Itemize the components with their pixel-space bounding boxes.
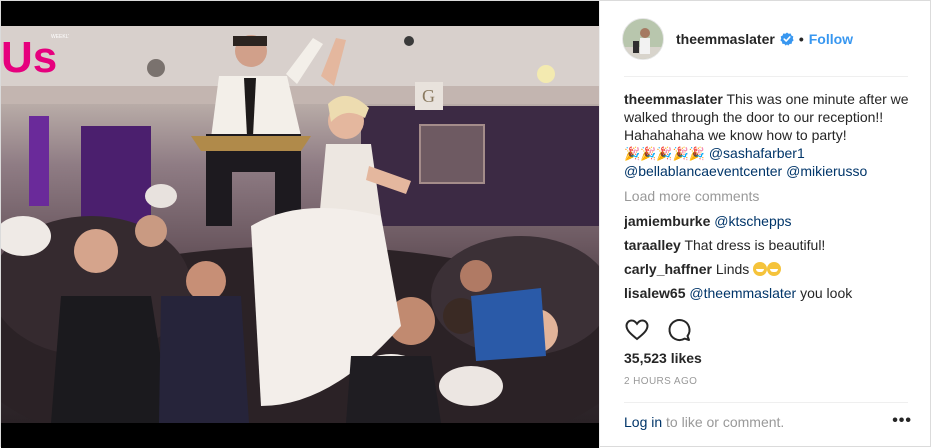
username-link[interactable]: theemmaslater xyxy=(676,31,775,47)
caption-username[interactable]: theemmaslater xyxy=(624,91,723,107)
instagram-post-embed: G Us WEEKL theemmaslater • Follow theemm… xyxy=(0,0,931,448)
post-header: theemmaslater • Follow xyxy=(600,1,931,76)
more-options-icon[interactable]: ••• xyxy=(892,413,912,429)
photo-illustration: G xyxy=(1,26,599,423)
post-actions xyxy=(624,317,692,343)
verified-badge-icon xyxy=(780,32,794,46)
header-divider xyxy=(624,76,908,77)
avatar[interactable] xyxy=(622,17,664,60)
comment-text: you look xyxy=(800,285,853,301)
login-link[interactable]: Log in xyxy=(624,414,662,430)
comment-icon[interactable] xyxy=(666,317,692,343)
party-popper-emojis: 🎉🎉🎉🎉🎉 xyxy=(624,146,705,161)
comment-item: taraalley That dress is beautiful! xyxy=(624,236,910,254)
comment-text: Linds xyxy=(715,261,750,277)
post-side-panel: theemmaslater • Follow theemmaslater Thi… xyxy=(599,1,931,448)
comment-item: lisalew65 @theemmaslater you look xyxy=(624,284,910,302)
likes-count[interactable]: 35,523 likes xyxy=(624,350,702,366)
post-timestamp[interactable]: 2 HOURS AGO xyxy=(624,376,697,387)
caption-mention-bellablanca[interactable]: @bellablancaeventcenter xyxy=(624,163,782,179)
comment-username[interactable]: jamiemburke xyxy=(624,213,710,229)
comment-username[interactable]: taraalley xyxy=(624,237,681,253)
follow-button[interactable]: Follow xyxy=(809,31,853,47)
comment-username[interactable]: lisalew65 xyxy=(624,285,686,301)
post-caption: theemmaslater This was one minute after … xyxy=(624,90,910,180)
comment-text: That dress is beautiful! xyxy=(684,237,826,253)
login-prompt: Log in to like or comment. xyxy=(624,414,784,430)
watermark-logo-text: Us xyxy=(1,33,57,76)
caption-mention-sashafarber1[interactable]: @sashafarber1 xyxy=(709,145,805,161)
comment-username[interactable]: carly_haffner xyxy=(624,261,712,277)
comment-mention[interactable]: @ktschepps xyxy=(714,213,791,229)
svg-text:G: G xyxy=(422,86,435,106)
load-more-comments-button[interactable]: Load more comments xyxy=(624,187,910,205)
caption-mention-mikierusso[interactable]: @mikierusso xyxy=(786,163,867,179)
comment-item: jamiemburke @ktschepps xyxy=(624,212,910,230)
comments-area: theemmaslater This was one minute after … xyxy=(624,90,910,304)
grinning-face-emoji xyxy=(753,262,768,276)
footer-divider xyxy=(624,402,908,403)
us-weekly-watermark: Us WEEKLY xyxy=(1,33,69,76)
comment-item: carly_haffner Linds xyxy=(624,260,910,278)
grinning-face-emoji xyxy=(767,262,782,276)
post-photo[interactable]: G Us WEEKL xyxy=(1,26,599,423)
heart-icon[interactable] xyxy=(624,317,650,343)
comment-mention[interactable]: @theemmaslater xyxy=(689,285,796,301)
login-suffix: to like or comment. xyxy=(666,414,785,430)
header-separator: • xyxy=(798,30,804,47)
post-media: G Us WEEKL xyxy=(1,1,599,448)
avatar-image xyxy=(623,18,663,59)
watermark-logo-small: WEEKLY xyxy=(51,34,69,40)
